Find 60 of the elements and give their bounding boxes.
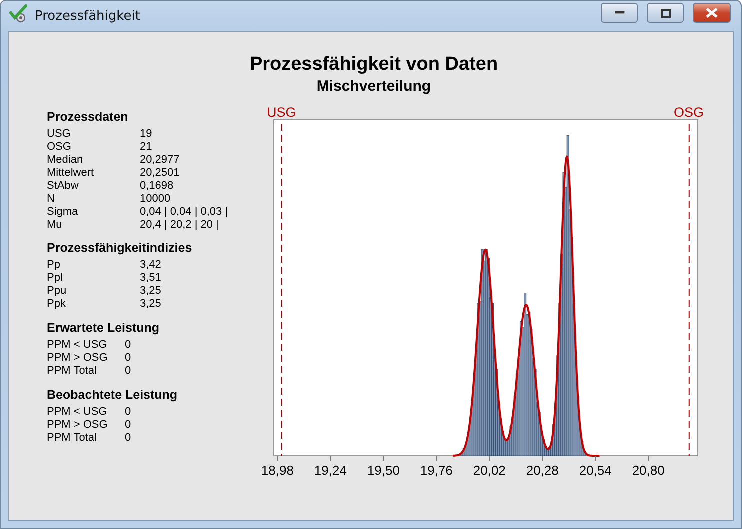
close-icon xyxy=(706,8,718,18)
checkmark-gear-icon xyxy=(9,4,29,24)
stat-label: Median xyxy=(47,154,84,166)
stat-label: Mu xyxy=(47,218,64,230)
tick-label: 20,02 xyxy=(473,463,506,478)
section-heading: Prozessdaten xyxy=(47,110,130,126)
stat-value: 3,42 xyxy=(140,258,162,270)
stat-label: Ppk xyxy=(47,298,67,310)
minimize-button[interactable] xyxy=(601,3,638,23)
report-title: Prozessfähigkeit von Daten xyxy=(250,54,498,76)
tick-label: 20,54 xyxy=(579,463,612,478)
lower-limit-label: USG xyxy=(267,105,296,120)
stat-value: 0 xyxy=(125,418,132,430)
tick-label: 20,28 xyxy=(526,463,559,478)
stat-value: 0,1698 xyxy=(140,180,174,192)
tick-label: 19,50 xyxy=(367,463,400,478)
maximize-button[interactable] xyxy=(647,3,684,23)
stat-label: PPM > OSG xyxy=(47,418,109,430)
tick-label: 19,24 xyxy=(314,463,347,478)
window-title: Prozessfähigkeit xyxy=(35,8,142,24)
stat-value: 3,51 xyxy=(140,272,162,284)
close-button[interactable] xyxy=(693,3,731,23)
stat-value: 20,2977 xyxy=(140,154,180,166)
stat-label: StAbw xyxy=(47,180,80,192)
stat-label: Sigma xyxy=(47,206,80,218)
stat-value: 19 xyxy=(140,128,152,140)
stat-label: PPM Total xyxy=(47,364,98,376)
stat-label: PPM < USG xyxy=(47,338,108,350)
stat-value: 0 xyxy=(125,364,132,376)
stat-value: 21 xyxy=(140,140,152,152)
stat-value: 20,4 | 20,2 | 20 | xyxy=(140,218,219,230)
report-subtitle: Mischverteilung xyxy=(316,78,432,95)
stat-label: PPM Total xyxy=(47,432,98,444)
upper-limit-label: OSG xyxy=(674,105,704,120)
stat-label: PPM > OSG xyxy=(47,352,109,364)
stat-value: 10000 xyxy=(140,192,171,204)
tick-label: 19,76 xyxy=(420,463,453,478)
stat-label: USG xyxy=(47,128,72,140)
section-heading: Beobachtete Leistung xyxy=(47,388,179,404)
stat-value: 0 xyxy=(125,432,132,444)
tick-label: 18,98 xyxy=(261,463,294,478)
stat-value: 0 xyxy=(125,338,132,350)
stat-value: 3,25 xyxy=(140,298,162,310)
stat-label: OSG xyxy=(47,140,72,152)
stat-value: 3,25 xyxy=(140,284,162,296)
tick-label: 20,80 xyxy=(632,463,665,478)
stat-value: 0,04 | 0,04 | 0,03 | xyxy=(140,206,228,218)
stat-label: PPM < USG xyxy=(47,406,108,418)
stat-value: 0 xyxy=(125,352,132,364)
stat-label: Pp xyxy=(47,258,62,270)
stat-label: Mittelwert xyxy=(47,166,96,178)
stat-value: 20,2501 xyxy=(140,166,180,178)
stat-value: 0 xyxy=(125,406,132,418)
stat-label: Ppl xyxy=(47,272,64,284)
minimize-icon xyxy=(614,11,624,15)
stat-label: Ppu xyxy=(47,284,68,296)
section-heading: Prozessfähigkeitindizies xyxy=(47,241,194,257)
section-heading: Erwartete Leistung xyxy=(47,321,161,337)
maximize-icon xyxy=(660,8,670,18)
stat-label: N xyxy=(47,192,56,204)
